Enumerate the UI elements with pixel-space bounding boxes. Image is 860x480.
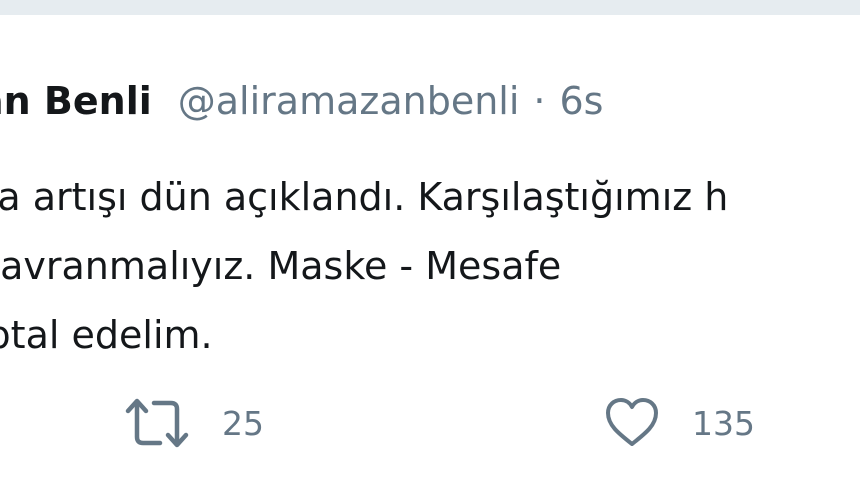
- display-name[interactable]: an Benli: [0, 79, 152, 123]
- tweet-text-line: ka artışı dün açıklandı. Karşılaştığımız…: [0, 175, 729, 219]
- like-count: 135: [692, 403, 755, 443]
- tweet-text-line: iptal edelim.: [0, 313, 213, 357]
- tweet-text-line: davranmalıyız. Maske - Mesafe: [0, 244, 562, 288]
- heart-icon[interactable]: [604, 397, 660, 449]
- tweet-card: an Benli @aliramazanbenli · 6s ka artışı…: [0, 14, 860, 480]
- separator-dot: ·: [533, 79, 546, 123]
- retweet-icon[interactable]: [124, 397, 190, 449]
- tweet-text: ka artışı dün açıklandı. Karşılaştığımız…: [0, 163, 860, 370]
- like-button[interactable]: 135: [604, 397, 755, 449]
- tweet-header: an Benli @aliramazanbenli · 6s: [0, 71, 603, 131]
- tweet-actions: 25 135: [0, 397, 860, 453]
- user-handle[interactable]: @aliramazanbenli: [178, 79, 520, 123]
- retweet-button[interactable]: 25: [124, 397, 264, 449]
- retweet-count: 25: [222, 403, 264, 443]
- timestamp[interactable]: 6s: [560, 79, 604, 123]
